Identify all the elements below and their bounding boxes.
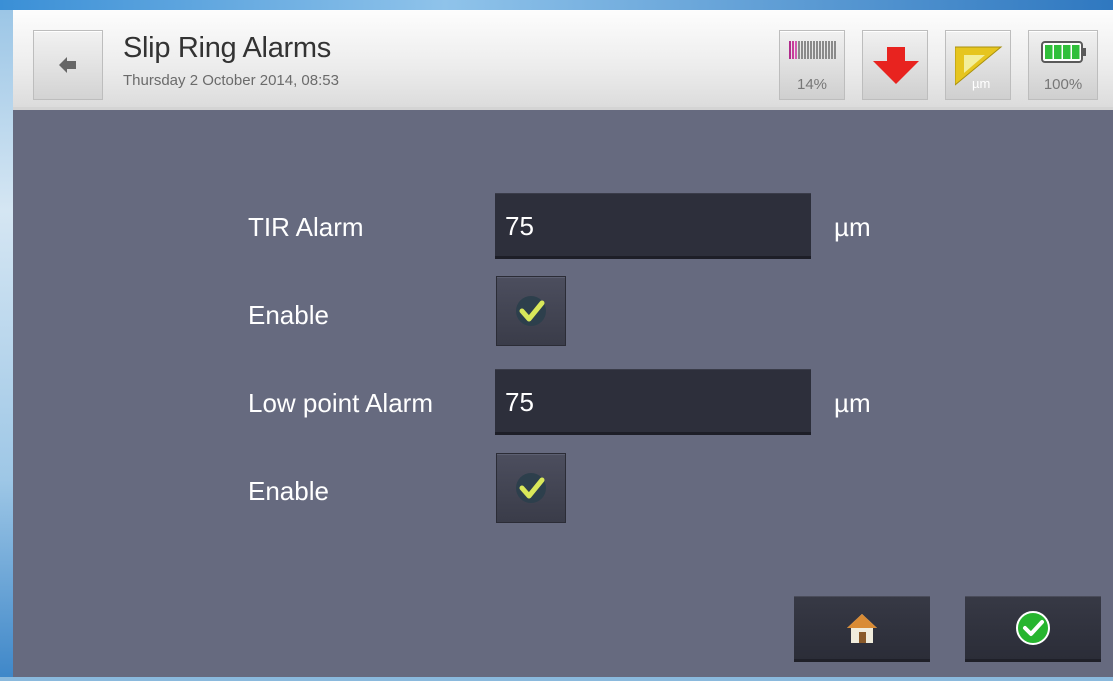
signal-level-icon	[789, 41, 836, 59]
tir-alarm-unit: µm	[834, 212, 871, 242]
back-button[interactable]	[33, 30, 103, 100]
page-datetime: Thursday 2 October 2014, 08:53	[123, 72, 339, 89]
tir-alarm-label: TIR Alarm	[248, 212, 364, 242]
check-circle-icon	[1016, 610, 1050, 645]
header-bar: Slip Ring Alarms Thursday 2 October 2014…	[13, 10, 1113, 110]
signal-level-button[interactable]: 14%	[779, 30, 845, 100]
app-window: Slip Ring Alarms Thursday 2 October 2014…	[13, 10, 1113, 677]
tir-alarm-input[interactable]: 75	[495, 193, 811, 259]
down-arrow-icon	[873, 47, 919, 84]
low-point-enable-label: Enable	[248, 476, 329, 506]
check-icon	[516, 296, 546, 326]
window-frame-top	[0, 0, 1113, 10]
battery-icon	[1041, 41, 1086, 63]
window-frame-bottom	[0, 677, 1113, 681]
signal-level-value: 14%	[796, 76, 828, 93]
home-icon	[847, 613, 877, 643]
back-arrow-icon	[59, 55, 77, 75]
home-button[interactable]	[794, 596, 930, 662]
battery-level-value: 100%	[1043, 76, 1083, 93]
tir-enable-label: Enable	[248, 300, 329, 330]
battery-status: 100%	[1028, 30, 1098, 100]
low-point-alarm-label: Low point Alarm	[248, 388, 433, 418]
low-point-alarm-unit: µm	[834, 388, 871, 418]
tolerance-button[interactable]: µm	[945, 30, 1011, 100]
window-frame-left	[0, 10, 13, 681]
tolerance-unit: µm	[972, 76, 991, 91]
low-point-alarm-input[interactable]: 75	[495, 369, 811, 435]
tir-enable-checkbox[interactable]	[496, 276, 566, 346]
direction-button[interactable]	[862, 30, 928, 100]
confirm-button[interactable]	[965, 596, 1101, 662]
low-point-enable-checkbox[interactable]	[496, 453, 566, 523]
check-icon	[516, 473, 546, 503]
page-title: Slip Ring Alarms	[123, 32, 331, 64]
